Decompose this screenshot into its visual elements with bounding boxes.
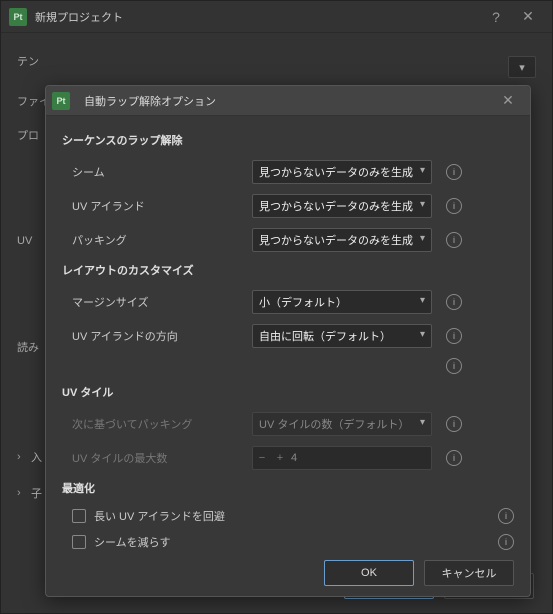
reduce-seams-label: シームを減らす xyxy=(94,534,484,550)
seam-label: シーム xyxy=(62,164,252,180)
info-icon[interactable]: i xyxy=(446,358,462,374)
inner-title: 自動ラップ解除オプション xyxy=(84,93,492,109)
info-icon[interactable]: i xyxy=(446,198,462,214)
info-icon[interactable]: i xyxy=(446,450,462,466)
outer-title: 新規プロジェクト xyxy=(35,9,480,25)
inner-button-row: OK キャンセル xyxy=(46,550,530,596)
chevron-down-icon: ▾ xyxy=(420,199,425,210)
chevron-down-icon: ▾ xyxy=(420,233,425,244)
close-button[interactable]: ✕ xyxy=(512,5,544,29)
info-icon[interactable]: i xyxy=(498,508,514,524)
maxtiles-spinner: − + 4 xyxy=(252,446,432,470)
inner-app-icon: Pt xyxy=(52,92,70,110)
inner-titlebar: Pt 自動ラップ解除オプション ✕ xyxy=(46,86,530,116)
orient-select[interactable]: 自由に回転（デフォルト） ▾ xyxy=(252,324,432,348)
help-button[interactable]: ? xyxy=(480,5,512,29)
avoid-long-checkbox[interactable] xyxy=(72,509,86,523)
section-optimize: 最適化 xyxy=(62,480,514,496)
packby-label: 次に基づいてパッキング xyxy=(62,416,252,432)
plus-icon: + xyxy=(271,452,289,464)
new-project-dialog: Pt 新規プロジェクト ? ✕ テン ▾ ファイ プロ UV 読み ›入 ›子 … xyxy=(0,0,553,614)
chevron-down-icon: ▾ xyxy=(420,329,425,340)
template-dropdown-caret[interactable]: ▾ xyxy=(508,56,536,78)
margin-label: マージンサイズ xyxy=(62,294,252,310)
info-icon[interactable]: i xyxy=(446,232,462,248)
inner-ok-button[interactable]: OK xyxy=(324,560,414,586)
margin-select[interactable]: 小（デフォルト） ▾ xyxy=(252,290,432,314)
avoid-long-label: 長い UV アイランドを回避 xyxy=(94,508,484,524)
maxtiles-label: UV タイルの最大数 xyxy=(62,450,252,466)
inner-body: シーケンスのラップ解除 シーム 見つからないデータのみを生成 ▾ i UV アイ… xyxy=(46,116,530,550)
outer-body: テン ▾ ファイ プロ UV 読み ›入 ›子 OK キャンセル Pt 自動ラッ… xyxy=(1,33,552,613)
chevron-down-icon: ▾ xyxy=(420,417,425,428)
auto-unwrap-options-dialog: Pt 自動ラップ解除オプション ✕ シーケンスのラップ解除 シーム 見つからない… xyxy=(45,85,531,597)
template-label: テン xyxy=(17,53,39,69)
seam-select[interactable]: 見つからないデータのみを生成 ▾ xyxy=(252,160,432,184)
outer-titlebar: Pt 新規プロジェクト ? ✕ xyxy=(1,1,552,33)
section-layout: レイアウトのカスタマイズ xyxy=(62,262,514,278)
info-icon[interactable]: i xyxy=(446,416,462,432)
info-icon[interactable]: i xyxy=(446,164,462,180)
app-icon: Pt xyxy=(9,8,27,26)
orient-label: UV アイランドの方向 xyxy=(62,328,252,344)
inner-close-button[interactable]: ✕ xyxy=(492,89,524,113)
section-tile: UV タイル xyxy=(62,384,514,400)
info-icon[interactable]: i xyxy=(446,328,462,344)
island-select[interactable]: 見つからないデータのみを生成 ▾ xyxy=(252,194,432,218)
island-label: UV アイランド xyxy=(62,198,252,214)
packby-select: UV タイルの数（デフォルト） ▾ xyxy=(252,412,432,436)
info-icon[interactable]: i xyxy=(446,294,462,310)
chevron-down-icon: ▾ xyxy=(420,295,425,306)
info-icon[interactable]: i xyxy=(498,534,514,550)
packing-select[interactable]: 見つからないデータのみを生成 ▾ xyxy=(252,228,432,252)
packing-label: パッキング xyxy=(62,232,252,248)
inner-cancel-button[interactable]: キャンセル xyxy=(424,560,514,586)
reduce-seams-checkbox[interactable] xyxy=(72,535,86,549)
chevron-down-icon: ▾ xyxy=(420,165,425,176)
minus-icon: − xyxy=(253,452,271,464)
section-unwrap: シーケンスのラップ解除 xyxy=(62,132,514,148)
